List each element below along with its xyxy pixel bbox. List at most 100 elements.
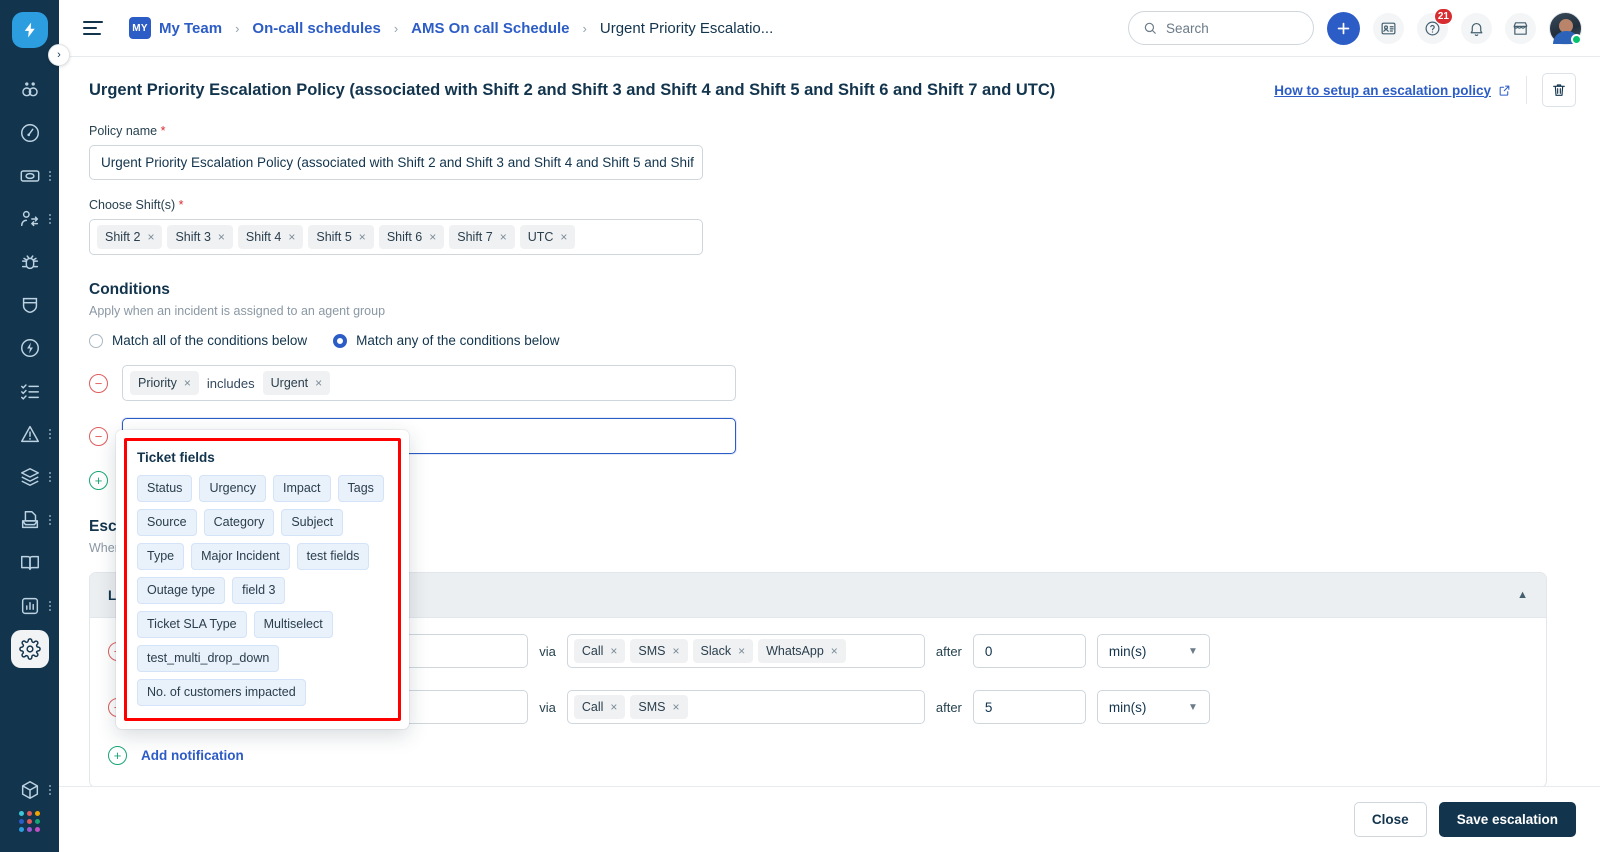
sidebar-more-dots[interactable] [49, 471, 51, 482]
add-notification-link[interactable]: Add notification [141, 748, 244, 763]
condition-value-chip[interactable]: Urgent × [262, 371, 331, 395]
sidebar-more-dots[interactable] [49, 170, 51, 181]
sidebar-item-marketplace-apps[interactable] [0, 768, 59, 811]
ticket-field-option[interactable]: Subject [281, 509, 344, 536]
remove-condition-button[interactable]: − [89, 373, 108, 393]
channel-chip[interactable]: Call × [573, 639, 626, 663]
remove-chip-icon[interactable]: × [429, 231, 436, 243]
hamburger-icon[interactable] [83, 21, 103, 35]
condition-field-chip[interactable]: Priority × [130, 371, 199, 395]
sidebar-item-tasks[interactable] [0, 369, 59, 412]
breadcrumb-item-on-call-schedules[interactable]: On-call schedules [252, 20, 380, 37]
remove-chip-icon[interactable]: × [610, 701, 617, 713]
remove-chip-icon[interactable]: × [560, 231, 567, 243]
ticket-field-option[interactable]: Source [137, 509, 197, 536]
ticket-field-option[interactable]: Impact [272, 475, 331, 502]
sidebar-more-dots[interactable] [49, 784, 51, 795]
channel-chip[interactable]: SMS × [630, 639, 688, 663]
remove-chip-icon[interactable]: × [147, 231, 154, 243]
ticket-field-option[interactable]: Category [203, 509, 275, 536]
ticket-field-option[interactable]: test fields [296, 543, 370, 570]
sidebar-item-agents[interactable] [0, 197, 59, 240]
delay-unit-select[interactable]: min(s) ▼ [1096, 634, 1210, 668]
radio-match-any[interactable]: Match any of the conditions below [333, 333, 560, 348]
remove-condition-button[interactable]: − [89, 426, 108, 446]
shifts-multiselect[interactable]: Shift 2 × Shift 3 × Shift 4 × Shift 5 × Shif… [89, 219, 703, 255]
sidebar-item-releases[interactable] [0, 326, 59, 369]
app-logo[interactable] [11, 12, 48, 48]
ticket-field-option[interactable]: Tags [337, 475, 384, 502]
ticket-field-option[interactable]: field 3 [232, 577, 286, 604]
delete-policy-button[interactable] [1542, 73, 1576, 107]
sidebar-more-dots[interactable] [49, 600, 51, 611]
notify-channels-input[interactable]: Call × SMS × Slack × WhatsApp × [566, 634, 925, 668]
add-condition-button[interactable]: + [89, 471, 108, 490]
ticket-field-option[interactable]: Major Incident [191, 543, 290, 570]
shift-chip[interactable]: Shift 2 × [97, 225, 163, 249]
breadcrumb-item-ams-on-call-schedule[interactable]: AMS On call Schedule [411, 20, 569, 37]
remove-chip-icon[interactable]: × [673, 645, 680, 657]
shift-chip[interactable]: Shift 7 × [449, 225, 515, 249]
remove-chip-icon[interactable]: × [500, 231, 507, 243]
notify-channels-input[interactable]: Call × SMS × [566, 690, 925, 724]
sidebar-item-analytics-reports[interactable] [0, 584, 59, 627]
add-new-button[interactable] [1327, 11, 1360, 45]
shift-chip[interactable]: Shift 3 × [167, 225, 233, 249]
sidebar-expand-button[interactable]: › [48, 44, 70, 66]
remove-chip-icon[interactable]: × [218, 231, 225, 243]
user-avatar[interactable] [1549, 11, 1582, 45]
help-button[interactable]: 21 [1417, 7, 1453, 44]
breadcrumb-item-my-team[interactable]: My Team [159, 20, 222, 37]
sidebar-item-solutions[interactable] [0, 541, 59, 584]
app-switcher-grid-icon[interactable] [19, 811, 40, 832]
shift-chip[interactable]: UTC × [519, 225, 576, 249]
sidebar-item-purchase[interactable] [0, 498, 59, 541]
channel-chip[interactable]: Slack × [692, 639, 754, 663]
channel-chip[interactable]: Call × [573, 695, 626, 719]
sidebar-item-alerts[interactable] [0, 412, 59, 455]
ticket-field-option[interactable]: Ticket SLA Type [137, 611, 247, 638]
sidebar-item-dashboard[interactable] [0, 111, 59, 154]
contact-card-button[interactable] [1373, 12, 1404, 44]
remove-chip-icon[interactable]: × [184, 377, 191, 389]
shift-chip[interactable]: Shift 5 × [308, 225, 374, 249]
ticket-field-option[interactable]: Type [137, 543, 185, 570]
sidebar-item-problems[interactable] [0, 240, 59, 283]
sidebar-item-assets[interactable] [0, 455, 59, 498]
ticket-field-option[interactable]: test_multi_drop_down [137, 645, 280, 672]
ticket-field-option[interactable]: Outage type [137, 577, 226, 604]
radio-match-all[interactable]: Match all of the conditions below [89, 333, 307, 348]
chevron-up-icon[interactable]: ▲ [1517, 589, 1528, 601]
ticket-field-option[interactable]: No. of customers impacted [137, 679, 306, 706]
policy-name-input[interactable]: Urgent Priority Escalation Policy (assoc… [89, 145, 703, 180]
sidebar-item-changes[interactable] [0, 283, 59, 326]
sidebar-item-analytics[interactable] [0, 68, 59, 111]
save-escalation-button[interactable]: Save escalation [1438, 802, 1576, 837]
remove-chip-icon[interactable]: × [610, 645, 617, 657]
sidebar-item-tickets[interactable] [0, 154, 59, 197]
notifications-button[interactable] [1461, 12, 1492, 44]
after-delay-input[interactable]: 5 [972, 690, 1086, 724]
ticket-field-option[interactable]: Status [137, 475, 193, 502]
shift-chip[interactable]: Shift 4 × [237, 225, 304, 249]
remove-chip-icon[interactable]: × [738, 645, 745, 657]
marketplace-button[interactable] [1505, 12, 1536, 44]
sidebar-more-dots[interactable] [49, 428, 51, 439]
remove-chip-icon[interactable]: × [315, 377, 322, 389]
after-delay-input[interactable]: 0 [972, 634, 1086, 668]
channel-chip[interactable]: SMS × [630, 695, 688, 719]
sidebar-item-admin-settings[interactable] [0, 627, 59, 670]
ticket-field-option[interactable]: Urgency [199, 475, 266, 502]
remove-chip-icon[interactable]: × [288, 231, 295, 243]
search-input[interactable]: Search [1128, 11, 1314, 45]
add-notification-button[interactable]: + [108, 746, 127, 765]
remove-chip-icon[interactable]: × [673, 701, 680, 713]
remove-chip-icon[interactable]: × [359, 231, 366, 243]
delay-unit-select[interactable]: min(s) ▼ [1096, 690, 1210, 724]
remove-chip-icon[interactable]: × [831, 645, 838, 657]
channel-chip[interactable]: WhatsApp × [758, 639, 846, 663]
sidebar-more-dots[interactable] [49, 514, 51, 525]
how-to-setup-link[interactable]: How to setup an escalation policy [1274, 83, 1511, 98]
ticket-field-option[interactable]: Multiselect [253, 611, 333, 638]
condition-input[interactable]: Priority × includes Urgent × [122, 365, 736, 401]
